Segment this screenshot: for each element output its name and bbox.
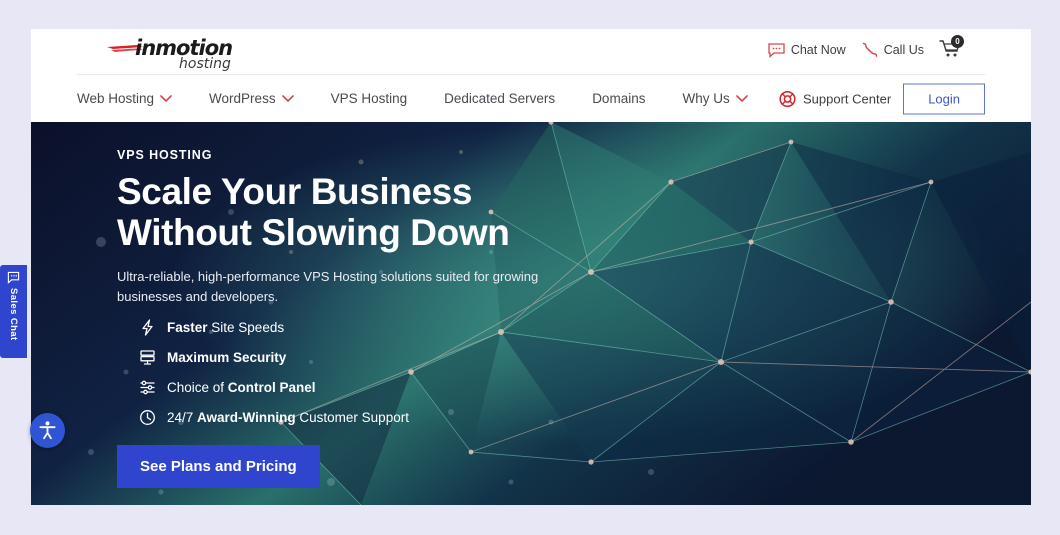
support-center-link[interactable]: Support Center <box>779 90 891 107</box>
chevron-down-icon <box>160 95 172 102</box>
nav-item-web-hosting[interactable]: Web Hosting <box>77 91 172 106</box>
call-us-label: Call Us <box>883 43 924 57</box>
chat-bubble-icon <box>768 42 785 58</box>
nav-label: Why Us <box>682 91 730 106</box>
nav-label: Dedicated Servers <box>444 91 556 106</box>
feature-item: Faster Site Speeds <box>139 319 1031 336</box>
nav-label: Domains <box>592 91 646 106</box>
hero-section: VPS HOSTING Scale Your Business Without … <box>31 122 1031 505</box>
hero-content: VPS HOSTING Scale Your Business Without … <box>31 122 1031 505</box>
hero-eyebrow: VPS HOSTING <box>117 148 213 162</box>
feature-text: Choice of Control Panel <box>167 379 316 395</box>
nav-item-domains[interactable]: Domains <box>592 91 645 106</box>
chevron-down-icon <box>281 95 294 102</box>
feature-item: Maximum Security <box>139 349 1031 366</box>
nav-label: WordPress <box>209 91 276 106</box>
feature-item: 24/7 Award-Winning Customer Support <box>139 409 1031 426</box>
chat-now-link[interactable]: Chat Now <box>768 42 846 58</box>
hero-feature-list: Faster Site Speeds Maximum Security Choi… <box>139 319 1031 426</box>
call-us-link[interactable]: Call Us <box>861 42 924 58</box>
inmotion-hosting-logo[interactable]: inmotion hosting <box>107 34 267 74</box>
hero-title: Scale Your Business Without Slowing Down <box>117 171 510 254</box>
nav-label: VPS Hosting <box>330 91 408 106</box>
login-button[interactable]: Login <box>903 83 985 114</box>
sales-chat-tab[interactable]: Sales Chat <box>0 265 27 358</box>
utility-links: Chat Now Call Us 0 <box>768 35 964 62</box>
feature-item: Choice of Control Panel <box>139 379 1031 396</box>
nav-item-vps-hosting[interactable]: VPS Hosting <box>331 91 408 106</box>
feature-text: 24/7 Award-Winning Customer Support <box>167 409 409 425</box>
life-preserver-icon <box>779 90 796 107</box>
cart-count-badge: 0 <box>951 35 964 48</box>
chat-now-label: Chat Now <box>790 43 846 57</box>
support-center-label: Support Center <box>803 91 892 106</box>
nav-label: Web Hosting <box>77 91 155 106</box>
logo-subtext: hosting <box>179 56 231 72</box>
chevron-down-icon <box>735 95 748 102</box>
chat-icon <box>7 271 20 284</box>
accessibility-button[interactable] <box>30 413 65 448</box>
phone-icon <box>862 42 877 57</box>
sales-chat-label: Sales Chat <box>8 288 19 341</box>
hero-subtitle: Ultra-reliable, high-performance VPS Hos… <box>117 268 539 305</box>
clock-icon <box>140 410 155 426</box>
nav-right-group: Support Center Login <box>779 83 985 114</box>
utility-bar: inmotion hosting Chat Now Call Us 0 <box>77 29 985 75</box>
browser-page: inmotion hosting Chat Now Call Us 0 Web … <box>31 29 1031 505</box>
nav-item-dedicated-servers[interactable]: Dedicated Servers <box>444 91 555 106</box>
sliders-icon <box>140 380 155 395</box>
main-navigation: Web Hosting WordPress VPS Hosting Dedica… <box>77 75 985 122</box>
feature-text: Maximum Security <box>167 349 287 365</box>
bolt-icon <box>142 319 153 336</box>
see-plans-and-pricing-button[interactable]: See Plans and Pricing <box>117 445 320 489</box>
nav-item-why-us[interactable]: Why Us <box>682 91 748 106</box>
accessibility-person-icon <box>39 421 56 440</box>
server-icon <box>140 350 155 365</box>
cart-button[interactable]: 0 <box>939 35 964 62</box>
nav-item-wordpress[interactable]: WordPress <box>209 91 294 106</box>
feature-text: Faster Site Speeds <box>167 319 285 335</box>
